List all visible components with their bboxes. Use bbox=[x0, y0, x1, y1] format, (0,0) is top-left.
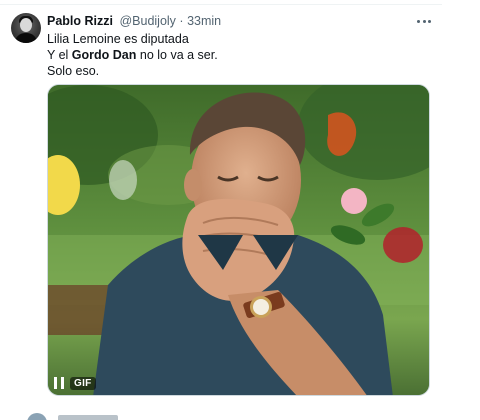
timestamp[interactable]: 33min bbox=[187, 14, 221, 28]
pause-icon[interactable] bbox=[54, 377, 64, 389]
bold-mention: Gordo Dan bbox=[71, 48, 137, 62]
avatar[interactable] bbox=[27, 413, 47, 420]
tweet-text: Lilia Lemoine es diputada Y el Gordo Dan… bbox=[47, 31, 218, 79]
tweet-line-3: Solo eso. bbox=[47, 64, 100, 78]
tweet-line-2: Y el Gordo Dan no lo va a ser. bbox=[47, 48, 218, 62]
gif-frame bbox=[48, 85, 429, 395]
display-name[interactable]: Pablo Rizzi bbox=[47, 14, 113, 28]
tweet-card[interactable]: Pablo Rizzi @Budijoly · 33min Lilia Lemo… bbox=[0, 0, 480, 420]
avatar[interactable] bbox=[11, 13, 41, 43]
gif-media[interactable] bbox=[47, 84, 430, 396]
gif-badge: GIF bbox=[70, 376, 96, 390]
separator-dot: · bbox=[179, 14, 184, 28]
gif-controls: GIF bbox=[54, 375, 96, 391]
next-tweet-preview bbox=[0, 410, 480, 420]
more-horizontal-icon[interactable] bbox=[413, 13, 435, 29]
next-tweet-name bbox=[58, 415, 118, 420]
user-handle[interactable]: @Budijoly bbox=[119, 14, 175, 28]
tweet-header: Pablo Rizzi @Budijoly · 33min bbox=[47, 13, 221, 29]
divider bbox=[0, 4, 442, 5]
tweet-line-1: Lilia Lemoine es diputada bbox=[47, 32, 189, 46]
